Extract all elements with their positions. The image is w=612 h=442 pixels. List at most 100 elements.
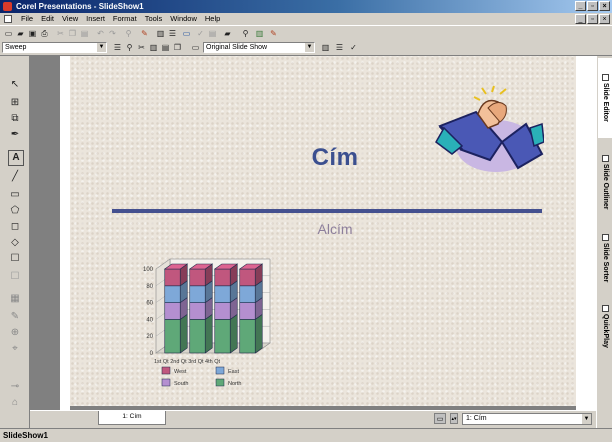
corel-app-icon[interactable] <box>3 2 12 11</box>
new-icon[interactable]: ▭ <box>3 28 14 39</box>
slide-tab-1[interactable]: 1: Cím <box>98 411 166 425</box>
tab-slide-outliner[interactable]: Slide Outliner <box>598 144 612 220</box>
maximize-button[interactable]: ▫ <box>587 1 598 11</box>
play-icon[interactable]: ❐ <box>172 42 183 53</box>
show-edit-icon[interactable]: ☰ <box>334 42 345 53</box>
slide-subtitle[interactable]: Alcím <box>285 221 385 237</box>
slide-show-dropdown-value: Original Slide Show <box>206 44 268 51</box>
show-settings-icon[interactable]: ✓ <box>348 42 359 53</box>
view-tabs: Slide Editor Slide Outliner Slide Sorter… <box>596 56 612 428</box>
slide-select[interactable]: 1: Cím ▼ <box>462 413 592 425</box>
bar-segment <box>189 302 206 320</box>
redo-icon[interactable]: ↷ <box>107 28 118 39</box>
text-tool-icon[interactable]: A <box>8 150 24 166</box>
document-icon[interactable] <box>4 15 12 23</box>
tab-quickplay[interactable]: QuickPlay <box>598 296 612 356</box>
undo-icon[interactable]: ↶ <box>95 28 106 39</box>
slide-icon[interactable]: ▭ <box>181 28 192 39</box>
minimize-button[interactable]: _ <box>575 1 586 11</box>
chart-tool-icon[interactable]: ⊞ <box>8 96 22 110</box>
tree-icon[interactable]: ▥ <box>254 28 265 39</box>
tab-quickplay-label: QuickPlay <box>602 313 609 348</box>
menu-list: File Edit View Insert Format Tools Windo… <box>17 13 224 25</box>
line-width-tool-icon[interactable]: ⊕ <box>8 326 22 340</box>
tab-slide-sorter[interactable]: Slide Sorter <box>598 224 612 292</box>
pen-tool-icon[interactable]: ✒ <box>8 128 22 142</box>
bar-segment-side <box>229 313 238 354</box>
style-dropdown[interactable]: Sweep ▼ <box>2 42 107 53</box>
layout-icon[interactable]: ▤ <box>207 28 218 39</box>
y-tick-label: 100 <box>143 267 154 273</box>
hide-icon[interactable]: ▰ <box>222 28 233 39</box>
tab-slide-editor[interactable]: Slide Editor <box>598 58 612 138</box>
fill-tool-icon[interactable]: ☐ <box>8 270 22 284</box>
slide-spin-button[interactable]: ▴▾ <box>450 413 458 424</box>
bar-segment <box>239 302 256 320</box>
slide-canvas[interactable]: Cím Alcím 0 20 40 60 80 100 1st Qt 2nd Qt 3rd … <box>70 56 576 406</box>
stacked-bar-chart[interactable]: 0 20 40 60 80 100 1st Qt 2nd Qt 3rd Qt 4th Qt W… <box>130 241 290 406</box>
menu-window[interactable]: Window <box>166 13 201 25</box>
select-arrow-icon[interactable]: ↖ <box>8 78 22 92</box>
show-play-icon[interactable]: ▥ <box>320 42 331 53</box>
paste-icon[interactable]: ▤ <box>79 28 90 39</box>
save-icon[interactable]: ▣ <box>27 28 38 39</box>
slide-show-dropdown[interactable]: Original Slide Show ▼ <box>203 42 315 53</box>
bar-segment <box>164 285 181 303</box>
menu-help[interactable]: Help <box>201 13 224 25</box>
pencil-icon[interactable]: ✎ <box>268 28 279 39</box>
org-chart-icon[interactable]: ⧉ <box>8 112 22 126</box>
doc-minimize-button[interactable]: _ <box>575 14 586 24</box>
copy-icon[interactable]: ❐ <box>67 28 78 39</box>
print-icon[interactable]: ⎙ <box>39 28 50 39</box>
menu-edit[interactable]: Edit <box>37 13 58 25</box>
speaker-notes-icon[interactable]: ▤ <box>160 42 171 53</box>
slide-thumbnail-icon[interactable]: ▭ <box>434 413 446 424</box>
redraw-icon[interactable]: ⚲ <box>123 28 134 39</box>
slide-left-margin <box>60 56 70 412</box>
draw-icon[interactable]: ✎ <box>139 28 150 39</box>
rectangle-tool-icon[interactable]: ▭ <box>8 188 22 202</box>
line-style-tool-icon[interactable]: ✎ <box>8 310 22 324</box>
doc-close-button[interactable]: × <box>599 14 610 24</box>
callout-tool-icon[interactable]: ☐ <box>8 252 22 266</box>
slide-title[interactable]: Cím <box>260 144 410 172</box>
close-button[interactable]: × <box>599 1 610 11</box>
arrow-shape-tool-icon[interactable]: ⬠ <box>8 204 22 218</box>
menu-view[interactable]: View <box>58 13 82 25</box>
handshake-clipart-icon[interactable] <box>432 84 544 180</box>
y-tick-label: 80 <box>146 284 153 290</box>
arrange-tool-icon[interactable]: ⊸ <box>8 380 22 394</box>
background-icon[interactable]: ⚲ <box>124 42 135 53</box>
doc-restore-button[interactable]: ▫ <box>587 14 598 24</box>
bullets-icon[interactable]: ☰ <box>167 28 178 39</box>
slide-sorter-icon <box>601 233 609 241</box>
bar-segment-side <box>179 313 188 354</box>
bar-segment <box>189 268 206 287</box>
transition-icon[interactable]: ✂ <box>136 42 147 53</box>
window-title: Corel Presentations - SlideShow1 <box>16 2 144 11</box>
shadow-tool-icon[interactable]: ⌖ <box>8 342 22 356</box>
chart-icon[interactable]: ▥ <box>155 28 166 39</box>
zoom-icon[interactable]: ⚲ <box>240 28 251 39</box>
legend-label: South <box>174 381 188 387</box>
line-tool-icon[interactable]: ╱ <box>8 170 22 184</box>
open-icon[interactable]: ▰ <box>15 28 26 39</box>
flip-tool-icon[interactable]: ⌂ <box>8 396 22 410</box>
title-bar: Corel Presentations - SlideShow1 _ ▫ × <box>0 0 612 13</box>
menu-insert[interactable]: Insert <box>82 13 109 25</box>
slide-list-icon[interactable]: ▭ <box>190 42 201 53</box>
document-window-controls: _ ▫ × <box>575 14 610 24</box>
timing-icon[interactable]: ▥ <box>148 42 159 53</box>
pattern-tool-icon[interactable]: ▦ <box>8 292 22 306</box>
menu-tools[interactable]: Tools <box>141 13 167 25</box>
menu-format[interactable]: Format <box>109 13 141 25</box>
star-tool-icon[interactable]: ◇ <box>8 236 22 250</box>
menu-file[interactable]: File <box>17 13 37 25</box>
spell-icon[interactable]: ✓ <box>195 28 206 39</box>
slide-right-margin <box>576 56 596 412</box>
bar-segment <box>164 268 181 287</box>
cut-icon[interactable]: ✂ <box>55 28 66 39</box>
square-tool-icon[interactable]: ◻ <box>8 220 22 234</box>
slide-layout-icon[interactable]: ☰ <box>112 42 123 53</box>
slide-editor-icon <box>601 74 609 82</box>
